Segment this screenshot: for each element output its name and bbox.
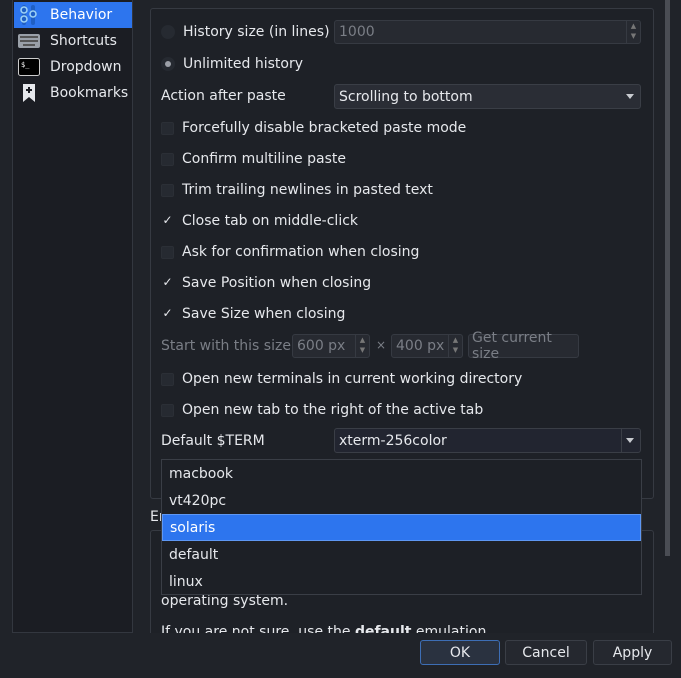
checkbox — [161, 183, 174, 197]
checkbox-row[interactable]: Forcefully disable bracketed paste mode — [161, 117, 466, 139]
emulation-text-line2: If you are not sure, use the default emu… — [161, 624, 641, 633]
start-size-label: Start with this size: — [161, 335, 296, 357]
dropdown-option[interactable]: solaris — [162, 514, 641, 541]
history-size-spinbox[interactable]: 1000 ▲ ▼ — [334, 20, 641, 44]
sidebar-item-label: Shortcuts — [50, 33, 117, 49]
checkbox — [161, 372, 174, 386]
width-spinbox[interactable]: 600 px ▲ ▼ — [292, 334, 370, 358]
spin-arrows-icon[interactable]: ▲ ▼ — [448, 335, 462, 357]
unlimited-history-radio[interactable]: Unlimited history — [161, 53, 303, 75]
keyboard-icon — [18, 31, 40, 51]
label: Forcefully disable bracketed paste mode — [182, 120, 467, 136]
sidebar-item-behavior[interactable]: Behavior — [14, 2, 132, 28]
height-spinbox[interactable]: 400 px ▲ ▼ — [391, 334, 463, 358]
label: Open new terminals in current working di… — [182, 371, 523, 387]
value: 400 px — [396, 338, 445, 354]
dropdown-option[interactable]: default — [162, 541, 641, 568]
label: Close tab on middle-click — [182, 213, 359, 229]
radio-indicator — [161, 25, 175, 39]
sidebar-item-label: Dropdown — [50, 59, 122, 75]
label: Cancel — [522, 644, 570, 661]
label: Default $TERM — [161, 433, 265, 449]
label: Action after paste — [161, 88, 286, 104]
text-bold: default — [354, 624, 412, 633]
dropdown-option[interactable]: vt420pc — [162, 487, 641, 514]
checkbox — [161, 152, 174, 166]
checkbox-row[interactable]: Trim trailing newlines in pasted text — [161, 179, 433, 201]
open-right-checkbox[interactable]: Open new tab to the right of the active … — [161, 399, 483, 421]
action-after-paste-combo[interactable]: Scrolling to bottom — [334, 84, 641, 109]
sidebar-item-label: Bookmarks — [50, 85, 129, 101]
cancel-button[interactable]: Cancel — [505, 640, 587, 665]
checkmark-icon: ✓ — [162, 274, 173, 289]
sliders-icon — [18, 5, 40, 25]
scrollbar[interactable] — [665, 0, 670, 556]
label: History size (in lines) — [183, 24, 330, 40]
label: Confirm multiline paste — [182, 151, 346, 167]
value: xterm-256color — [339, 432, 447, 449]
radio-indicator — [161, 57, 175, 71]
spin-arrows-icon[interactable]: ▲ ▼ — [626, 21, 640, 43]
checkbox-row[interactable]: Ask for confirmation when closing — [161, 241, 419, 263]
label: Trim trailing newlines in pasted text — [182, 182, 433, 198]
checkbox — [161, 121, 174, 135]
terminal-icon: $_ — [18, 57, 40, 77]
checkbox — [161, 403, 174, 417]
checkmark-icon: ✓ — [162, 305, 173, 320]
checkbox — [161, 245, 174, 259]
label: Unlimited history — [183, 56, 304, 72]
checkmark-icon: ✓ — [162, 212, 173, 227]
label: Get current size — [472, 330, 552, 362]
dropdown-option[interactable]: linux — [162, 568, 641, 595]
label: Ask for confirmation when closing — [182, 244, 420, 260]
label: OK — [449, 644, 471, 661]
history-size-radio[interactable]: History size (in lines) — [161, 21, 330, 43]
chevron-down-icon — [626, 94, 634, 99]
label: Open new tab to the right of the active … — [182, 402, 484, 418]
divider — [621, 429, 622, 452]
open-cwd-checkbox[interactable]: Open new terminals in current working di… — [161, 368, 522, 390]
ok-button[interactable]: OK — [420, 640, 500, 665]
bookmark-icon — [18, 83, 40, 103]
times-sign: × — [376, 338, 387, 352]
action-after-paste-label: Action after paste — [161, 85, 286, 107]
sidebar-item-bookmarks[interactable]: Bookmarks — [14, 80, 132, 106]
sidebar: Behavior Shortcuts $_ Dropdown Bookmarks — [12, 0, 133, 633]
chevron-down-icon — [626, 438, 634, 443]
get-current-size-button[interactable]: Get current size — [468, 330, 579, 362]
label: Apply — [612, 644, 653, 661]
term-dropdown-list[interactable]: macbook vt420pc solaris default linux — [161, 459, 642, 595]
checkbox-row[interactable]: ✓ Save Position when closing — [161, 272, 371, 294]
term-label: Default $TERM — [161, 430, 265, 452]
checkbox-row[interactable]: ✓ Save Size when closing — [161, 303, 345, 325]
value: Scrolling to bottom — [339, 88, 473, 105]
svg-text:$_: $_ — [21, 61, 30, 69]
term-combo[interactable]: xterm-256color — [334, 428, 641, 453]
text: emulation. — [411, 624, 491, 633]
emulation-text: operating system. — [161, 593, 289, 609]
checkbox-row[interactable]: ✓ Close tab on middle-click — [161, 210, 358, 232]
sidebar-item-dropdown[interactable]: $_ Dropdown — [14, 54, 132, 80]
label: Start with this size: — [161, 338, 296, 354]
text: If you are not sure, use the — [161, 624, 355, 633]
dropdown-option[interactable]: macbook — [162, 460, 641, 487]
value: 600 px — [297, 338, 346, 354]
sidebar-item-label: Behavior — [50, 7, 113, 23]
label: Save Size when closing — [182, 306, 346, 322]
value: 1000 — [339, 24, 375, 40]
apply-button[interactable]: Apply — [593, 640, 672, 665]
spin-arrows-icon[interactable]: ▲ ▼ — [355, 335, 369, 357]
checkbox-row[interactable]: Confirm multiline paste — [161, 148, 346, 170]
label: Save Position when closing — [182, 275, 372, 291]
sidebar-item-shortcuts[interactable]: Shortcuts — [14, 28, 132, 54]
